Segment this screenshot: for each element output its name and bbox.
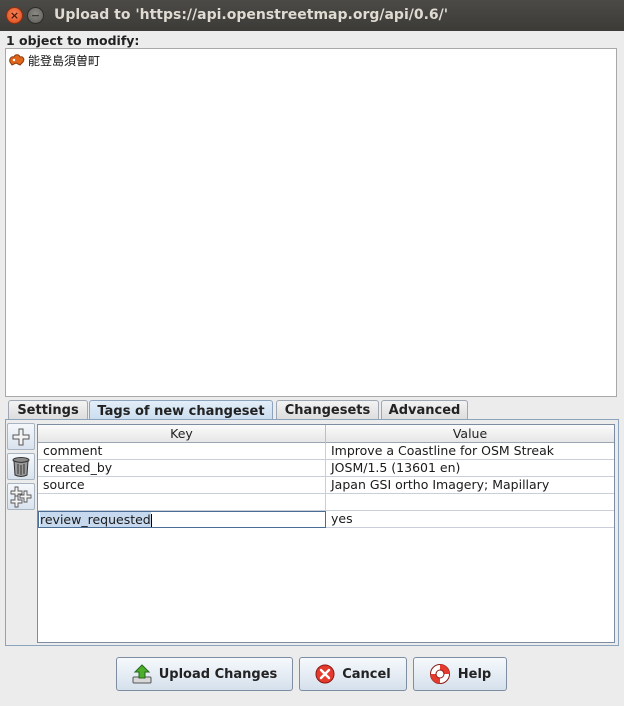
object-list[interactable]: 能登島須曽町 <box>5 48 617 397</box>
delete-tag-button[interactable] <box>7 453 35 480</box>
cancel-label: Cancel <box>342 666 391 682</box>
tag-key-cell[interactable]: source <box>38 477 326 494</box>
tag-value-cell[interactable]: JOSM/1.5 (13601 en) <box>326 460 614 477</box>
table-header: Key Value <box>38 425 614 443</box>
table-row[interactable]: source Japan GSI ortho Imagery; Mapillar… <box>38 477 614 494</box>
tag-key-cell[interactable]: created_by <box>38 460 326 477</box>
tag-value-cell[interactable]: Japan GSI ortho Imagery; Mapillary <box>326 477 614 494</box>
minimize-window-button[interactable]: − <box>27 7 44 24</box>
paste-tags-button[interactable] <box>7 483 35 510</box>
list-item[interactable]: 能登島須曽町 <box>8 52 100 68</box>
trash-icon <box>12 456 30 477</box>
tag-key-cell[interactable] <box>38 494 326 511</box>
window-title: Upload to 'https://api.openstreetmap.org… <box>54 7 449 23</box>
objects-heading: 1 object to modify: <box>6 33 140 48</box>
tab-settings[interactable]: Settings <box>8 400 88 420</box>
title-bar: × − Upload to 'https://api.openstreetmap… <box>0 0 624 31</box>
column-header-value[interactable]: Value <box>326 425 614 443</box>
cancel-icon <box>315 664 335 684</box>
column-header-key[interactable]: Key <box>38 425 326 443</box>
tag-value-cell[interactable]: yes <box>326 511 614 528</box>
help-label: Help <box>457 666 492 682</box>
tag-key-cell[interactable]: comment <box>38 443 326 460</box>
relation-area-icon <box>9 54 25 66</box>
minimize-icon: − <box>30 9 41 22</box>
tab-changesets[interactable]: Changesets <box>276 400 379 420</box>
close-icon: × <box>9 9 20 22</box>
tag-value-cell[interactable] <box>326 494 614 511</box>
table-row[interactable]: review_requested yes <box>38 511 614 528</box>
plus-icon <box>12 428 30 445</box>
help-button[interactable]: Help <box>413 657 507 691</box>
object-name: 能登島須曽町 <box>28 53 101 68</box>
upload-changes-label: Upload Changes <box>158 666 278 682</box>
tab-advanced[interactable]: Advanced <box>381 400 468 420</box>
tag-key-edit-text: review_requested <box>40 512 151 527</box>
table-row[interactable]: created_by JOSM/1.5 (13601 en) <box>38 460 614 477</box>
add-tag-button[interactable] <box>7 423 35 450</box>
table-row[interactable] <box>38 494 614 511</box>
tag-table[interactable]: Key Value comment Improve a Coastline fo… <box>37 424 615 643</box>
lifebuoy-icon <box>429 664 450 684</box>
close-window-button[interactable]: × <box>6 7 23 24</box>
tag-value-cell[interactable]: Improve a Coastline for OSM Streak <box>326 443 614 460</box>
text-caret <box>150 514 152 527</box>
table-row[interactable]: comment Improve a Coastline for OSM Stre… <box>38 443 614 460</box>
cancel-button[interactable]: Cancel <box>299 657 407 691</box>
upload-icon <box>132 664 152 684</box>
tab-tags-of-new-changeset[interactable]: Tags of new changeset <box>89 400 273 421</box>
upload-changes-button[interactable]: Upload Changes <box>116 657 293 691</box>
tag-key-editor[interactable]: review_requested <box>38 511 326 528</box>
multi-plus-icon <box>10 486 32 507</box>
